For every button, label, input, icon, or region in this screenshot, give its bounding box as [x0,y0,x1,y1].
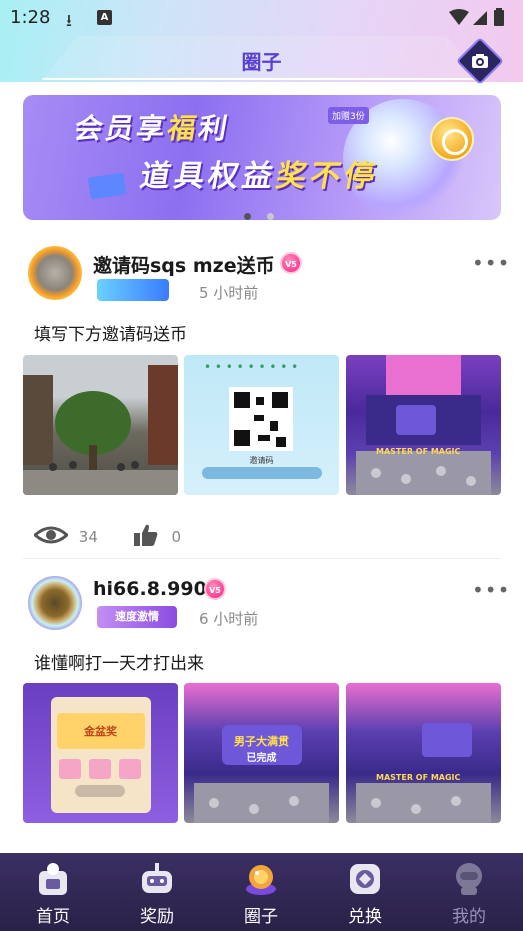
post-image-arcade[interactable]: MASTER OF MAGIC [346,683,501,823]
post-time: 6 小时前 [199,610,259,628]
banner-tag: 加赠3份 [328,107,369,124]
status-time: 1:28 [10,7,51,28]
avatar[interactable] [28,576,82,630]
notification-a-icon: A [97,10,112,25]
post-time: 5 小时前 [199,284,259,302]
like-button[interactable] [133,523,159,551]
prize-label: 金盆奖 [84,725,117,738]
banner-ticket-graphic [87,172,127,200]
prize-screen [51,697,151,813]
post-image-arcade[interactable]: 男子大满贯 已完成 [184,683,339,823]
like-count: 0 [171,528,181,546]
pager-dot-active [244,213,251,220]
nav-item-home[interactable]: 首页 [1,853,105,931]
banner-line1: 会员享福利 [71,112,233,145]
vip-level-badge: V5 [280,252,302,274]
divider [23,558,501,559]
street-photo [23,365,178,495]
nav-label: 首页 [36,907,70,927]
more-options-button[interactable]: ••• [472,580,510,600]
more-options-button[interactable]: ••• [472,253,510,273]
post-text: 填写下方邀请码送币 [34,325,187,345]
qrcode-graphic: • • • • • • • • • [202,360,322,479]
thumbs-up-icon [133,524,157,546]
signal-battery-icon [449,8,504,26]
title-bar: 圈子 [0,36,523,86]
exchange-icon [350,864,380,894]
nav-label: 奖励 [140,907,174,927]
prize-done-label: 已完成 [246,753,277,764]
vip-level-badge: V5 [204,578,226,600]
post-username[interactable]: 邀请码sqs mze送币 [93,251,275,278]
post-image-prize[interactable]: 金盆奖 [23,683,178,823]
title-badge [97,279,169,301]
post-image-street[interactable] [23,355,178,495]
banner-pager [244,205,290,224]
camera-icon [472,54,488,68]
machine-title: MASTER OF MAGIC [376,773,461,782]
coin-icon [430,117,474,161]
title-badge: 速度激情 [97,606,177,628]
nav-item-reward[interactable]: 奖励 [105,853,209,931]
post-image-qrcode[interactable]: • • • • • • • • • 邀请码 [184,355,339,495]
home-icon [39,863,67,895]
status-bar: 1:28 ⭳ A [0,0,523,36]
machine-title: MASTER OF MAGIC [376,447,461,456]
bottom-nav: 首页 奖励 圈子 兑换 我的 [0,853,523,931]
profile-icon [456,863,482,895]
circle-icon [246,865,276,895]
qr-caption: 邀请码 [249,456,274,465]
post-text: 谁懂啊打一天才打出来 [34,654,204,674]
svg-text:• • • • • • • • •: • • • • • • • • • [204,360,298,374]
avatar[interactable] [28,246,82,300]
arcade-photo [356,723,491,823]
reward-icon [142,863,172,893]
eye-icon [32,525,70,549]
page-title: 圈子 [241,50,282,74]
nav-item-profile[interactable]: 我的 [417,853,521,931]
nav-label: 圈子 [244,907,278,927]
nav-label: 我的 [452,907,486,927]
banner-line2: 道具权益奖不停 [137,159,382,194]
prize-full-label: 男子大满贯 [234,735,289,748]
arcade-photo [356,355,491,495]
post-stats: 34 0 [32,523,181,551]
post-image-arcade[interactable]: MASTER OF MAGIC [346,355,501,495]
nav-item-circle[interactable]: 圈子 [209,853,313,931]
pager-dot [267,213,274,220]
download-icon: ⭳ [66,11,72,31]
promo-banner[interactable]: 加赠3份 会员享福利 道具权益奖不停 [23,95,501,220]
post-username[interactable]: hi66.8.990 [93,578,207,600]
view-count: 34 [78,528,98,546]
top-header: 1:28 ⭳ A 圈子 [0,0,523,86]
nav-item-exchange[interactable]: 兑换 [313,853,417,931]
nav-label: 兑换 [348,907,382,927]
